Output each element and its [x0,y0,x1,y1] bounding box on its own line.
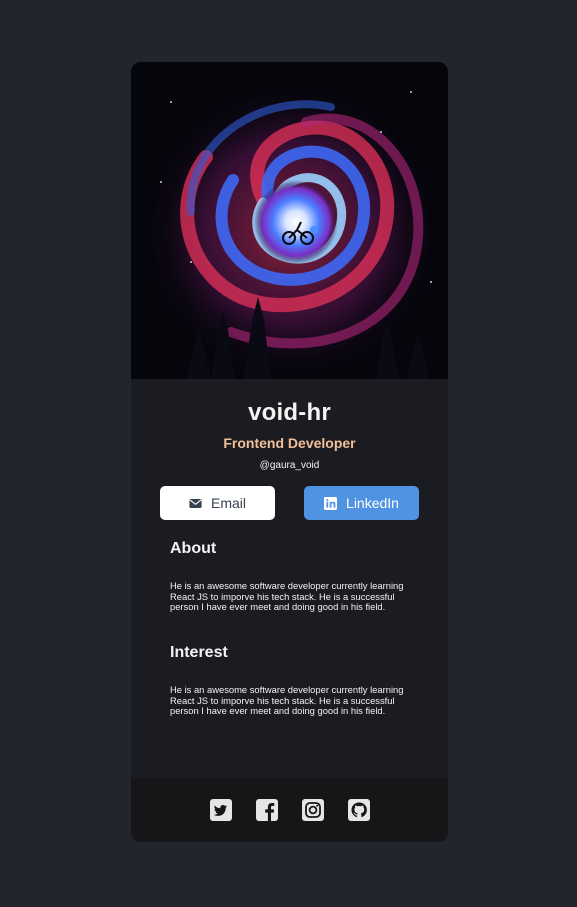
linkedin-icon [324,496,338,510]
linkedin-button[interactable]: LinkedIn [304,486,419,520]
interest-heading: Interest [170,644,228,661]
github-icon[interactable] [347,799,370,821]
email-button-label: Email [210,495,246,511]
profile-card: void-hr Frontend Developer @gaura_void E… [131,62,448,842]
interest-text: He is an awesome software developer curr… [170,684,404,717]
about-text: He is an awesome software developer curr… [170,580,404,613]
instagram-icon[interactable] [301,799,324,821]
about-heading: About [170,540,217,557]
envelope-icon [189,497,202,510]
social-footer [131,778,448,842]
facebook-icon[interactable] [255,799,278,821]
linkedin-button-label: LinkedIn [346,495,399,511]
profile-hero-image [131,62,448,379]
profile-name: void-hr [248,399,331,426]
twitter-icon[interactable] [209,799,232,821]
profile-handle: @gaura_void [259,460,320,471]
email-button[interactable]: Email [160,486,275,520]
profile-role: Frontend Developer [223,435,356,451]
